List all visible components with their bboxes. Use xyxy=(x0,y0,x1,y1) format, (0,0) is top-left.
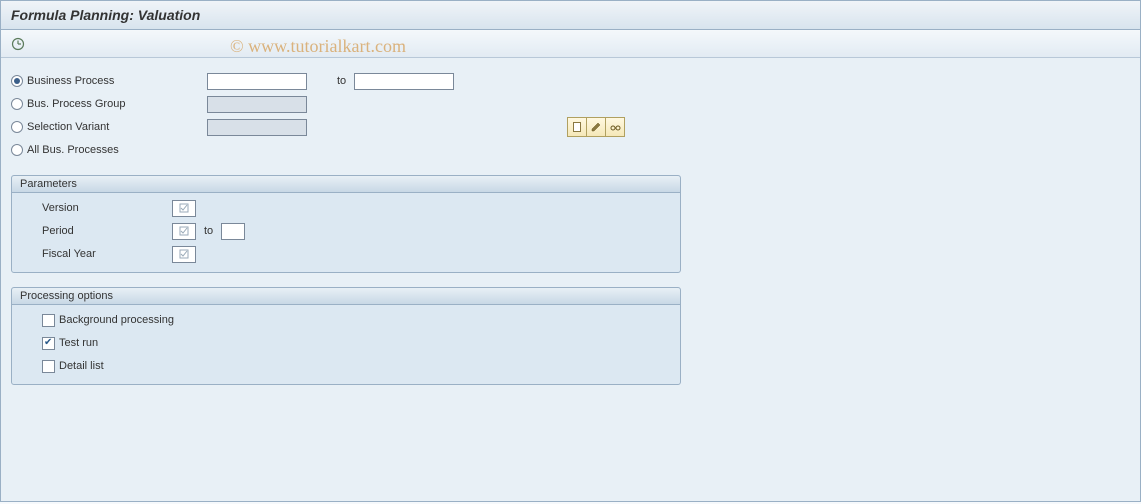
row-selection-variant: Selection Variant xyxy=(11,116,1130,138)
row-background: Background processing xyxy=(42,309,672,331)
label-to-period: to xyxy=(204,225,213,237)
checkbox-detail-list[interactable] xyxy=(42,360,55,373)
page-title: Formula Planning: Valuation xyxy=(1,1,1140,30)
variant-button-group xyxy=(567,117,625,137)
input-selection-variant[interactable] xyxy=(207,119,307,136)
radio-bus-process-group[interactable] xyxy=(11,98,23,110)
radio-business-process[interactable] xyxy=(11,75,23,87)
label-selection-variant: Selection Variant xyxy=(27,121,207,133)
input-business-process-to[interactable] xyxy=(354,73,454,90)
label-period: Period xyxy=(42,225,172,237)
variant-edit-button[interactable] xyxy=(586,117,606,137)
input-version[interactable] xyxy=(172,200,196,217)
checkbox-background[interactable] xyxy=(42,314,55,327)
row-detail-list: Detail list xyxy=(42,355,672,377)
group-processing-title: Processing options xyxy=(12,288,680,305)
input-period-from[interactable] xyxy=(172,223,196,240)
input-fiscal-year[interactable] xyxy=(172,246,196,263)
group-parameters: Parameters Version Period to xyxy=(11,175,681,273)
row-test-run: Test run xyxy=(42,332,672,354)
required-icon xyxy=(179,249,189,259)
row-all-bus-processes: All Bus. Processes xyxy=(11,139,1130,161)
group-parameters-title: Parameters xyxy=(12,176,680,193)
row-fiscal-year: Fiscal Year xyxy=(42,243,672,265)
label-version: Version xyxy=(42,202,172,214)
row-bus-process-group: Bus. Process Group xyxy=(11,93,1130,115)
group-processing: Processing options Background processing… xyxy=(11,287,681,385)
label-background: Background processing xyxy=(59,314,174,326)
label-bus-process-group: Bus. Process Group xyxy=(27,98,207,110)
input-bus-process-group[interactable] xyxy=(207,96,307,113)
label-to-1: to xyxy=(337,75,346,87)
execute-icon xyxy=(11,37,25,51)
variant-display-button[interactable] xyxy=(605,117,625,137)
row-business-process: Business Process to xyxy=(11,70,1130,92)
page-icon xyxy=(571,121,583,133)
row-period: Period to xyxy=(42,220,672,242)
glasses-icon xyxy=(609,121,621,133)
required-icon xyxy=(179,226,189,236)
label-all-bus-processes: All Bus. Processes xyxy=(27,144,207,156)
label-detail-list: Detail list xyxy=(59,360,104,372)
pencil-icon xyxy=(590,121,602,133)
toolbar xyxy=(1,30,1140,58)
required-icon xyxy=(179,203,189,213)
label-business-process: Business Process xyxy=(27,75,207,87)
content-area: Business Process to Bus. Process Group S… xyxy=(1,58,1140,395)
variant-create-button[interactable] xyxy=(567,117,587,137)
window: Formula Planning: Valuation © www.tutori… xyxy=(0,0,1141,502)
execute-button[interactable] xyxy=(9,35,27,53)
input-period-to[interactable] xyxy=(221,223,245,240)
row-version: Version xyxy=(42,197,672,219)
input-business-process-from[interactable] xyxy=(207,73,307,90)
checkbox-test-run[interactable] xyxy=(42,337,55,350)
radio-selection-variant[interactable] xyxy=(11,121,23,133)
label-test-run: Test run xyxy=(59,337,98,349)
label-fiscal-year: Fiscal Year xyxy=(42,248,172,260)
radio-all-bus-processes[interactable] xyxy=(11,144,23,156)
